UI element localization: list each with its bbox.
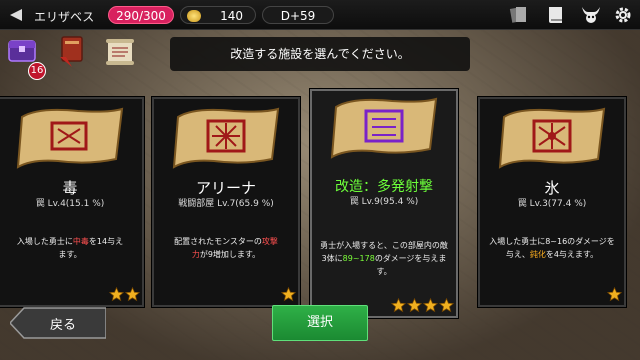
rune-scroll-icon [172,107,280,169]
player-name: エリザベス [34,10,95,24]
card-title: 毒 [62,179,78,197]
back-triangle-icon[interactable] [8,6,26,24]
card-description: 配置されたモンスターの攻撃 力が9増加します。 [174,237,278,259]
card-level: 罠 Lv.3(77.4 %) [517,199,587,209]
card-title: 氷 [544,179,560,197]
star-icon [423,298,438,313]
card-description: 勇士が入場すると、この部屋内の敵3体に89~178のダメージを与えます。 [320,241,448,276]
facility-card-multishot[interactable]: 改造：多発射撃 罠 Lv.9(95.4 %) 勇士が入場すると、この部屋内の敵3… [310,89,458,318]
day-value: D+59 [280,9,316,23]
card-title: 改造：多発射撃 [335,179,433,195]
rune-scroll-icon [16,107,124,169]
back-button-label: 戻る [50,318,77,333]
facility-card-ice[interactable]: 氷 罠 Lv.3(77.4 %) 入場した勇士に8~16のダメージを与え、鈍化を… [478,97,626,307]
spellbook-icon[interactable] [56,33,88,69]
star-rating [109,287,140,303]
card-title: アリーナ [195,179,256,197]
select-button-label: 選択 [306,315,333,330]
card-level: 戦闘部屋 Lv.7(65.9 %) [178,199,274,209]
hp-value: 290/300 [116,9,166,23]
hp-counter: 290/300 [108,6,174,24]
facility-card-arena[interactable]: アリーナ 戦闘部屋 Lv.7(65.9 %) 配置されたモンスターの攻撃 力が9増… [152,97,300,307]
select-button[interactable]: 選択 [272,305,368,341]
monster-horns-icon[interactable] [580,5,602,25]
instruction-banner: 改造する施設を選んでください。 [170,37,470,71]
star-icon [391,298,406,313]
card-level: 罠 Lv.4(15.1 %) [35,199,105,209]
star-icon [281,287,296,302]
gear-icon[interactable] [612,5,634,25]
star-icon [109,287,124,302]
star-icon [407,298,422,313]
gold-counter: 140 [180,6,256,24]
treasure-chest-icon[interactable] [6,33,38,65]
book-icon[interactable] [546,5,568,25]
star-rating [607,287,622,303]
top-bar: エリザベス 290/300 140 D+59 [0,0,640,30]
star-rating [281,287,296,303]
card-level: 罠 Lv.9(95.4 %) [349,197,419,207]
rune-scroll-icon [330,97,438,159]
day-counter: D+59 [262,6,334,24]
star-rating [391,298,454,314]
chest-count-badge: 16 [28,62,46,80]
star-icon [607,287,622,302]
scroll-icon[interactable] [103,37,137,67]
gold-value: 140 [220,9,243,23]
cards-icon[interactable] [508,5,530,25]
star-icon [439,298,454,313]
back-button[interactable]: 戻る [10,307,106,339]
card-description: 入場した勇士に中毒を14与え ます。 [16,237,124,259]
facility-card-poison[interactable]: 毒 罠 Lv.4(15.1 %) 入場した勇士に中毒を14与え ます。 [0,97,144,307]
coin-icon [187,10,201,22]
rune-scroll-icon [498,107,606,169]
card-description: 入場した勇士に8~16のダメージを与え、鈍化を4与えます。 [489,237,615,259]
star-icon [125,287,140,302]
